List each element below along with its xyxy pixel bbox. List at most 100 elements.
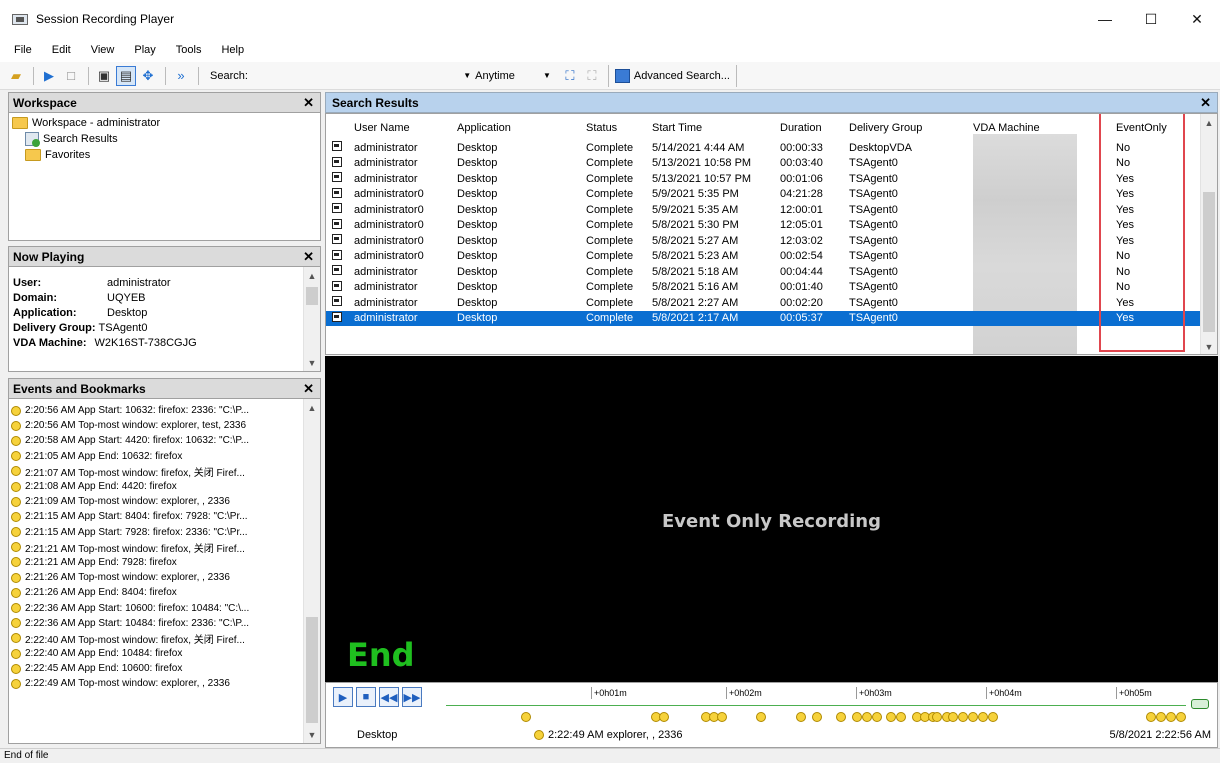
- close-icon[interactable]: ✕: [303, 95, 314, 111]
- timeline-event-marker[interactable]: [958, 712, 968, 722]
- menu-play[interactable]: Play: [124, 44, 165, 56]
- column-header[interactable]: Duration: [780, 116, 849, 140]
- now-playing-scrollbar[interactable]: ▲ ▼: [303, 267, 320, 371]
- timeline-event-marker[interactable]: [862, 712, 872, 722]
- event-item[interactable]: 2:21:08 AM App End: 4420: firefox: [9, 479, 320, 494]
- chevron-up-icon[interactable]: ▲: [304, 267, 320, 284]
- binoculars-icon[interactable]: ⛶: [560, 66, 580, 86]
- table-row[interactable]: administrator0 Desktop Complete 5/9/2021 5:…: [326, 187, 1204, 203]
- timeline-track[interactable]: [446, 705, 1186, 706]
- scroll-thumb[interactable]: [306, 287, 318, 305]
- event-item[interactable]: 2:22:36 AM App Start: 10600: firefox: 10…: [9, 600, 320, 615]
- fast-forward-button[interactable]: ▶▶: [402, 687, 422, 707]
- table-row[interactable]: administrator Desktop Complete 5/8/2021 5:1…: [326, 264, 1204, 280]
- event-item[interactable]: 2:20:56 AM App Start: 10632: firefox: 23…: [9, 403, 320, 418]
- open-folder-icon[interactable]: ▰: [6, 66, 26, 86]
- timeline-event-marker[interactable]: [886, 712, 896, 722]
- table-row[interactable]: administrator0 Desktop Complete 5/8/2021 5:…: [326, 218, 1204, 234]
- column-header[interactable]: Delivery Group: [849, 116, 973, 140]
- table-row[interactable]: administrator0 Desktop Complete 5/9/2021 5:…: [326, 202, 1204, 218]
- timeline-event-marker[interactable]: [932, 712, 942, 722]
- chevron-up-icon[interactable]: ▲: [1201, 114, 1217, 131]
- rewind-button[interactable]: ◀◀: [379, 687, 399, 707]
- play-button[interactable]: ▶: [333, 687, 353, 707]
- table-row[interactable]: administrator Desktop Complete 5/14/2021 4:…: [326, 140, 1204, 156]
- playback-viewport[interactable]: Event Only Recording End: [325, 356, 1218, 682]
- search-type-dropdown[interactable]: ▼: [520, 66, 560, 86]
- timeline-event-marker[interactable]: [1176, 712, 1186, 722]
- advanced-search-button[interactable]: Advanced Search...: [607, 64, 737, 87]
- column-header[interactable]: Start Time: [652, 116, 780, 140]
- menu-help[interactable]: Help: [211, 44, 254, 56]
- event-item[interactable]: 2:22:40 AM App End: 10484: firefox: [9, 646, 320, 661]
- timeline-event-marker[interactable]: [978, 712, 988, 722]
- play-icon[interactable]: ▶: [39, 66, 59, 86]
- event-item[interactable]: 2:22:45 AM App End: 10600: firefox: [9, 661, 320, 676]
- tree-workspace-root[interactable]: Workspace - administrator: [9, 115, 320, 131]
- timeline-end-cap[interactable]: [1191, 699, 1209, 709]
- timeline-event-marker[interactable]: [1146, 712, 1156, 722]
- event-item[interactable]: 2:21:05 AM App End: 10632: firefox: [9, 449, 320, 464]
- close-icon[interactable]: ✕: [1200, 95, 1211, 111]
- timeline-event-marker[interactable]: [717, 712, 727, 722]
- column-header[interactable]: EventOnly: [1108, 116, 1204, 140]
- column-header[interactable]: Application: [457, 116, 586, 140]
- menu-edit[interactable]: Edit: [42, 44, 81, 56]
- event-item[interactable]: 2:21:07 AM Top-most window: firefox, 关闭 …: [9, 464, 320, 479]
- event-item[interactable]: 2:21:26 AM App End: 8404: firefox: [9, 585, 320, 600]
- column-header[interactable]: Status: [586, 116, 652, 140]
- chevron-down-icon[interactable]: ▼: [1201, 338, 1217, 354]
- event-item[interactable]: 2:21:15 AM App Start: 8404: firefox: 792…: [9, 509, 320, 524]
- chevron-down-icon[interactable]: ▼: [304, 726, 320, 743]
- timeline-event-marker[interactable]: [872, 712, 882, 722]
- stop-icon[interactable]: □: [61, 66, 81, 86]
- timeline-event-marker[interactable]: [836, 712, 846, 722]
- event-item[interactable]: 2:20:56 AM Top-most window: explorer, te…: [9, 418, 320, 433]
- menu-file[interactable]: File: [4, 44, 42, 56]
- table-row[interactable]: administrator Desktop Complete 5/8/2021 2:2…: [326, 295, 1204, 311]
- timeline-event-marker[interactable]: [896, 712, 906, 722]
- time-filter-dropdown[interactable]: ▼ Anytime: [408, 66, 520, 86]
- table-row[interactable]: administrator Desktop Complete 5/8/2021 2:1…: [326, 310, 1204, 326]
- stop-button[interactable]: ■: [356, 687, 376, 707]
- timeline-event-marker[interactable]: [988, 712, 998, 722]
- fast-forward-icon[interactable]: »: [171, 66, 191, 86]
- timeline-event-marker[interactable]: [968, 712, 978, 722]
- events-scrollbar[interactable]: ▲ ▼: [303, 399, 320, 743]
- timeline-event-marker[interactable]: [1166, 712, 1176, 722]
- table-row[interactable]: administrator Desktop Complete 5/13/2021 10…: [326, 156, 1204, 172]
- timeline-event-marker[interactable]: [852, 712, 862, 722]
- scroll-thumb[interactable]: [1203, 192, 1215, 332]
- results-scrollbar[interactable]: ▲ ▼: [1200, 114, 1217, 354]
- scroll-thumb[interactable]: [306, 617, 318, 723]
- timeline-event-marker[interactable]: [521, 712, 531, 722]
- minimize-button[interactable]: —: [1082, 0, 1128, 38]
- timeline-event-marker[interactable]: [756, 712, 766, 722]
- event-item[interactable]: 2:22:49 AM Top-most window: explorer, , …: [9, 676, 320, 691]
- column-header[interactable]: VDA Machine: [973, 116, 1108, 140]
- table-row[interactable]: administrator0 Desktop Complete 5/8/2021 5:…: [326, 249, 1204, 265]
- tree-search-results[interactable]: Search Results: [9, 131, 320, 147]
- event-item[interactable]: 2:21:26 AM Top-most window: explorer, , …: [9, 570, 320, 585]
- event-item[interactable]: 2:21:15 AM App Start: 7928: firefox: 233…: [9, 525, 320, 540]
- menu-view[interactable]: View: [81, 44, 125, 56]
- maximize-button[interactable]: ☐: [1128, 0, 1174, 38]
- event-item[interactable]: 2:21:21 AM App End: 7928: firefox: [9, 555, 320, 570]
- chevron-up-icon[interactable]: ▲: [304, 399, 320, 416]
- timeline-event-marker[interactable]: [812, 712, 822, 722]
- column-header[interactable]: User Name: [354, 116, 457, 140]
- tree-favorites[interactable]: Favorites: [9, 147, 320, 163]
- menu-tools[interactable]: Tools: [166, 44, 212, 56]
- event-item[interactable]: 2:22:40 AM Top-most window: firefox, 关闭 …: [9, 631, 320, 646]
- close-button[interactable]: ✕: [1174, 0, 1220, 38]
- table-row[interactable]: administrator0 Desktop Complete 5/8/2021 5:…: [326, 233, 1204, 249]
- event-item[interactable]: 2:22:36 AM App Start: 10484: firefox: 23…: [9, 616, 320, 631]
- timeline-event-marker[interactable]: [948, 712, 958, 722]
- event-item[interactable]: 2:21:21 AM Top-most window: firefox, 关闭 …: [9, 540, 320, 555]
- timeline-event-marker[interactable]: [1156, 712, 1166, 722]
- search-input[interactable]: [258, 66, 408, 86]
- timeline-event-marker[interactable]: [796, 712, 806, 722]
- film-icon[interactable]: ▤: [116, 65, 136, 86]
- event-item[interactable]: 2:20:58 AM App Start: 4420: firefox: 106…: [9, 433, 320, 448]
- timeline-event-marker[interactable]: [659, 712, 669, 722]
